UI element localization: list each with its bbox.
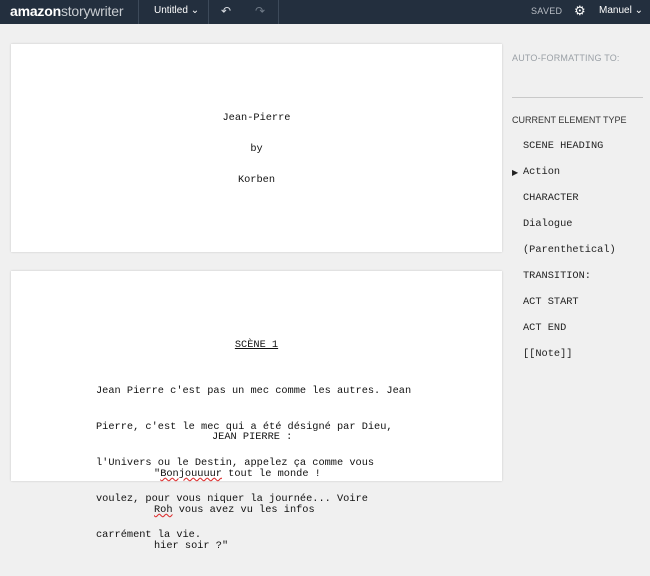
by-line: by bbox=[250, 143, 263, 155]
scene-heading: SCÈNE 1 bbox=[234, 339, 279, 351]
document-title-dropdown[interactable]: Untitled ⌄ bbox=[154, 5, 199, 16]
user-menu[interactable]: Manuel ⌄ bbox=[599, 5, 643, 16]
auto-formatting-label: AUTO-FORMATTING TO: bbox=[512, 53, 620, 63]
dialogue-block: "Bonjouuuur tout le monde ! Roh vous ave… bbox=[154, 444, 321, 576]
author-name: Korben bbox=[237, 174, 276, 186]
user-name: Manuel bbox=[599, 5, 632, 16]
misspelled-word: Roh bbox=[154, 504, 173, 516]
top-bar: amazonstorywriter Untitled ⌄ ↶ ↷ SAVED ⚙… bbox=[0, 0, 650, 24]
document-title: Untitled bbox=[154, 5, 188, 16]
element-action[interactable]: Action bbox=[523, 166, 560, 178]
element-act-end[interactable]: ACT END bbox=[523, 322, 566, 334]
element-scene-heading[interactable]: SCENE HEADING bbox=[523, 140, 603, 152]
current-element-type-label: CURRENT ELEMENT TYPE bbox=[512, 115, 627, 125]
title-page[interactable]: Jean-Pierre by Korben bbox=[11, 44, 502, 252]
gear-icon[interactable]: ⚙ bbox=[574, 3, 586, 19]
dialogue-line: "Bonjouuuur tout le monde ! bbox=[154, 468, 321, 480]
element-transition[interactable]: TRANSITION: bbox=[523, 270, 591, 282]
logo-storywriter: storywriter bbox=[60, 3, 124, 19]
misspelled-word: Bonjouuuur bbox=[160, 468, 222, 480]
element-act-start[interactable]: ACT START bbox=[523, 296, 579, 308]
chevron-down-icon: ⌄ bbox=[634, 5, 643, 16]
dialogue-text: vous avez vu les infos bbox=[172, 504, 315, 516]
chevron-down-icon: ⌄ bbox=[190, 5, 200, 16]
element-note[interactable]: [[Note]] bbox=[523, 348, 572, 360]
panel-divider bbox=[512, 97, 643, 98]
divider bbox=[208, 0, 209, 24]
element-parenthetical[interactable]: (Parenthetical) bbox=[523, 244, 616, 256]
action-line: Jean Pierre c'est pas un mec comme les a… bbox=[96, 385, 412, 397]
logo-amazon: amazon bbox=[10, 3, 61, 19]
script-title: Jean-Pierre bbox=[222, 112, 291, 124]
dialogue-line: hier soir ?" bbox=[154, 540, 229, 552]
amazon-storywriter-logo[interactable]: amazonstorywriter bbox=[10, 3, 123, 20]
undo-icon[interactable]: ↶ bbox=[221, 4, 231, 18]
selected-arrow-icon: ▶ bbox=[512, 168, 519, 177]
redo-icon[interactable]: ↷ bbox=[255, 4, 265, 18]
element-dialogue[interactable]: Dialogue bbox=[523, 218, 572, 230]
dialogue-text: tout le monde ! bbox=[221, 468, 321, 480]
divider bbox=[278, 0, 279, 24]
script-page[interactable]: SCÈNE 1 Jean Pierre c'est pas un mec com… bbox=[11, 271, 502, 552]
dialogue-line: Roh vous avez vu les infos bbox=[154, 504, 321, 516]
save-status: SAVED bbox=[531, 6, 563, 16]
divider bbox=[138, 0, 139, 24]
element-character[interactable]: CHARACTER bbox=[523, 192, 579, 204]
character-name: JEAN PIERRE : bbox=[212, 431, 293, 443]
